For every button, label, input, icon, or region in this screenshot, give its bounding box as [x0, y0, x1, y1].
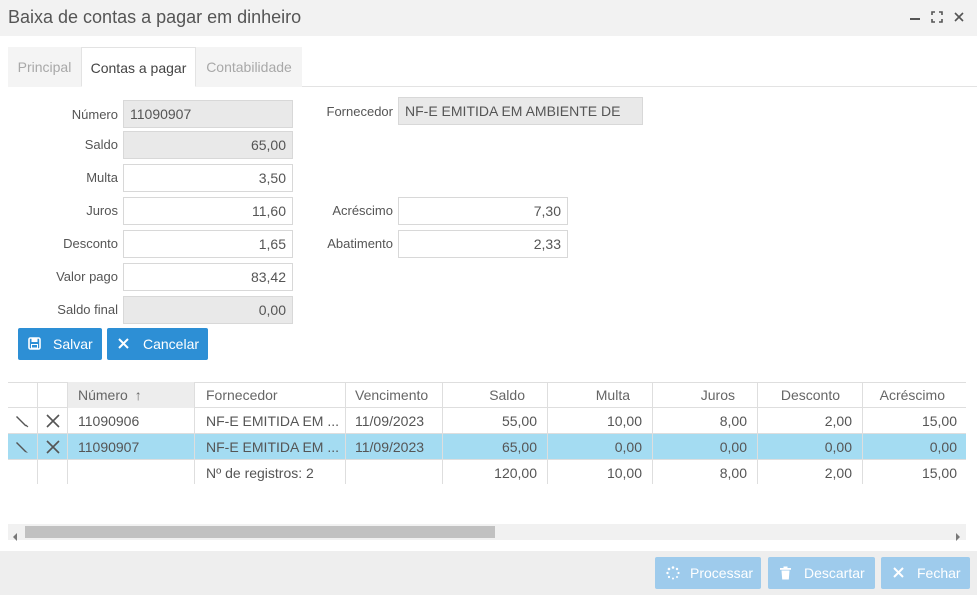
tab-strip: Principal Contas a pagar Contabilidade — [8, 47, 977, 87]
cell-acrescimo: 0,00 — [929, 439, 957, 455]
edit-pencil-icon[interactable] — [14, 439, 30, 458]
cell-desconto: 0,00 — [824, 439, 852, 455]
column-header-multa[interactable]: Multa — [548, 382, 630, 408]
cell-desconto: 2,00 — [824, 413, 852, 429]
desconto-input[interactable]: 1,65 — [123, 230, 293, 258]
processar-label: Processar — [690, 565, 754, 581]
saldo-final-field: 0,00 — [123, 296, 293, 324]
saldo-label: Saldo — [84, 137, 118, 152]
edit-pencil-icon[interactable] — [14, 413, 30, 432]
cell-vencimento: 11/09/2023 — [355, 439, 425, 455]
scroll-left-arrow-icon[interactable] — [12, 528, 18, 544]
total-acrescimo: 15,00 — [921, 465, 957, 481]
processar-button[interactable]: Processar — [655, 557, 761, 589]
contas-grid: Número ↑ Fornecedor Vencimento Saldo Mul… — [8, 382, 966, 484]
cell-numero: 11090906 — [78, 413, 140, 429]
fechar-label: Fechar — [917, 565, 961, 581]
close-icon — [893, 567, 904, 578]
salvar-label: Salvar — [53, 336, 93, 352]
tab-principal[interactable]: Principal — [8, 47, 81, 87]
delete-x-icon[interactable] — [45, 413, 61, 432]
valor-pago-input[interactable]: 83,42 — [123, 263, 293, 291]
cell-juros: 0,00 — [719, 439, 747, 455]
acrescimo-label: Acréscimo — [332, 203, 393, 218]
cell-saldo: 55,00 — [501, 413, 537, 429]
descartar-label: Descartar — [804, 565, 865, 581]
numero-label: Número — [71, 107, 118, 122]
column-header-acrescimo[interactable]: Acréscimo — [863, 382, 945, 408]
cell-multa: 10,00 — [606, 413, 642, 429]
juros-input[interactable]: 11,60 — [123, 197, 293, 225]
cell-acrescimo: 15,00 — [921, 413, 957, 429]
column-header-fornecedor[interactable]: Fornecedor — [206, 382, 341, 408]
numero-field: 11090907 — [123, 100, 293, 128]
window-titlebar: Baixa de contas a pagar em dinheiro — [0, 0, 977, 36]
cell-juros: 8,00 — [719, 413, 747, 429]
total-multa: 10,00 — [606, 465, 642, 481]
cell-fornecedor: NF-E EMITIDA EM ... — [206, 439, 340, 455]
multa-label: Multa — [86, 170, 118, 185]
descartar-button[interactable]: Descartar — [768, 557, 875, 589]
desconto-label: Desconto — [63, 236, 118, 251]
abatimento-input[interactable]: 2,33 — [398, 230, 568, 258]
fornecedor-label: Fornecedor — [326, 104, 393, 119]
total-juros: 8,00 — [719, 465, 747, 481]
cell-saldo: 65,00 — [501, 439, 537, 455]
multa-input[interactable]: 3,50 — [123, 164, 293, 192]
column-header-numero-label: Número — [78, 387, 128, 403]
salvar-button[interactable]: Salvar — [18, 328, 102, 360]
delete-x-icon[interactable] — [45, 439, 61, 458]
scrollbar-thumb[interactable] — [25, 526, 495, 538]
fornecedor-field: NF-E EMITIDA EM AMBIENTE DE — [398, 97, 643, 125]
sort-ascending-icon: ↑ — [134, 387, 142, 403]
saldo-field: 65,00 — [123, 131, 293, 159]
abatimento-label: Abatimento — [327, 236, 393, 251]
spinner-icon — [666, 566, 680, 580]
scroll-right-arrow-icon[interactable] — [955, 528, 961, 544]
save-icon — [28, 337, 41, 350]
acrescimo-input[interactable]: 7,30 — [398, 197, 568, 225]
cancelar-button[interactable]: Cancelar — [107, 328, 208, 360]
valor-pago-label: Valor pago — [56, 269, 118, 284]
fechar-button[interactable]: Fechar — [881, 557, 970, 589]
cell-numero: 11090907 — [78, 439, 140, 455]
total-saldo: 120,00 — [494, 465, 537, 481]
horizontal-scrollbar[interactable] — [8, 524, 966, 541]
column-header-desconto[interactable]: Desconto — [758, 382, 840, 408]
close-icon — [118, 338, 129, 349]
column-header-numero[interactable]: Número ↑ — [68, 382, 194, 408]
minimize-icon[interactable] — [908, 9, 922, 25]
window-title: Baixa de contas a pagar em dinheiro — [8, 7, 302, 27]
dialog-footer: Processar Descartar Fechar — [0, 551, 977, 595]
tab-contas-a-pagar[interactable]: Contas a pagar — [81, 47, 196, 87]
total-desconto: 2,00 — [824, 465, 852, 481]
trash-icon — [780, 566, 791, 580]
cell-fornecedor: NF-E EMITIDA EM ... — [206, 413, 340, 429]
close-icon[interactable] — [952, 9, 966, 25]
column-header-saldo[interactable]: Saldo — [443, 382, 525, 408]
tab-contabilidade[interactable]: Contabilidade — [196, 47, 302, 87]
saldo-final-label: Saldo final — [57, 302, 118, 317]
column-header-juros[interactable]: Juros — [653, 382, 735, 408]
cancelar-label: Cancelar — [143, 336, 200, 352]
record-count: Nº de registros: 2 — [206, 465, 314, 481]
juros-label: Juros — [86, 203, 118, 218]
column-header-vencimento[interactable]: Vencimento — [355, 382, 440, 408]
maximize-icon[interactable] — [930, 9, 944, 25]
cell-vencimento: 11/09/2023 — [355, 413, 425, 429]
cell-multa: 0,00 — [614, 439, 642, 455]
